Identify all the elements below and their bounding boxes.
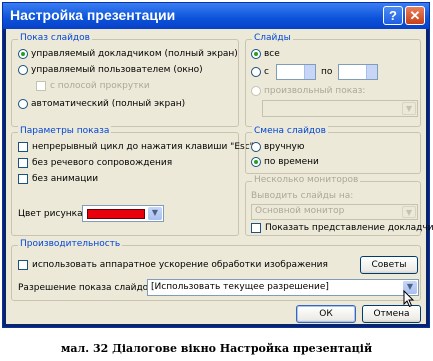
to-spin-buttons[interactable]	[366, 65, 377, 79]
radio-icon[interactable]	[251, 141, 261, 152]
no-animation-checkbox[interactable]: без анимации	[18, 173, 98, 186]
radio-all-slides[interactable]: все	[251, 48, 280, 61]
scrollbar-checkbox-label: с полосой прокрутки	[50, 81, 150, 91]
display-on-label: Выводить слайды на:	[251, 191, 354, 201]
checkbox-icon[interactable]	[18, 173, 28, 184]
performance-title: Производительность	[18, 239, 123, 249]
checkbox-icon[interactable]	[18, 141, 28, 152]
hw-accel-checkbox[interactable]: использовать аппаратное ускорение обрабо…	[18, 259, 328, 272]
radio-icon[interactable]	[18, 48, 28, 59]
radio-kiosk[interactable]: автоматический (полный экран)	[18, 98, 185, 111]
chevron-down-icon[interactable]: ▼	[148, 207, 162, 220]
from-spin-buttons[interactable]	[304, 65, 315, 79]
radio-presenter-label: управляемый докладчиком (полный экран)	[31, 49, 238, 59]
monitors-title: Несколько мониторов	[252, 175, 361, 185]
pen-color-picker[interactable]: ▼	[82, 205, 164, 222]
radio-window[interactable]: управляемый пользователем (окно)	[18, 64, 203, 77]
monitor-select-value: Основной монитор	[255, 206, 345, 216]
from-slide-input[interactable]	[276, 64, 316, 80]
radio-kiosk-label: автоматический (полный экран)	[31, 99, 186, 109]
radio-icon[interactable]	[251, 66, 261, 77]
performance-group: Производительность использовать аппаратн…	[11, 239, 421, 301]
presenter-view-label: Показать представление докладчика	[265, 223, 433, 233]
radio-timings-label: по времени	[264, 157, 319, 167]
loop-checkbox-label: непрерывный цикл до нажатия клавиши "Esc…	[32, 142, 254, 152]
advance-title: Смена слайдов	[252, 126, 328, 136]
resolution-label: Разрешение показа слайдов:	[18, 283, 157, 293]
presenter-view-checkbox[interactable]: Показать представление докладчика	[251, 222, 433, 235]
radio-window-label: управляемый пользователем (окно)	[31, 65, 203, 75]
to-label: по	[321, 67, 333, 77]
radio-timings[interactable]: по времени	[251, 156, 319, 169]
radio-custom-show[interactable]: произвольный показ:	[251, 85, 365, 98]
custom-show-label: произвольный показ:	[264, 86, 366, 96]
slides-group: Слайды все с по произвольный показ: ▼	[245, 33, 421, 127]
chevron-down-icon[interactable]: ▼	[402, 102, 416, 115]
monitor-select[interactable]: Основной монитор ▼	[251, 204, 418, 220]
radio-icon[interactable]	[18, 98, 28, 109]
title-bar: Настройка презентации ? ✕	[3, 3, 429, 29]
checkbox-icon[interactable]	[18, 157, 28, 168]
no-narration-checkbox[interactable]: без речевого сопровождения	[18, 157, 172, 170]
loop-checkbox[interactable]: непрерывный цикл до нажатия клавиши "Esc…	[18, 141, 254, 154]
ok-button[interactable]: ОК	[296, 305, 356, 323]
radio-icon[interactable]	[251, 48, 261, 59]
no-narration-label: без речевого сопровождения	[32, 158, 173, 168]
radio-icon[interactable]	[251, 85, 261, 96]
close-button[interactable]: ✕	[405, 6, 425, 25]
hw-accel-label: использовать аппаратное ускорение обрабо…	[32, 260, 328, 270]
figure-caption: мал. 32 Діалогове вікно Настройка презен…	[60, 342, 373, 355]
radio-icon[interactable]	[18, 64, 28, 75]
advance-group: Смена слайдов вручную по времени	[245, 126, 421, 174]
resolution-select-value: [Использовать текущее разрешение]	[151, 282, 329, 292]
pen-color-swatch	[87, 209, 145, 219]
no-animation-label: без анимации	[32, 174, 99, 184]
radio-all-label: все	[264, 49, 280, 59]
mouse-cursor-icon	[403, 290, 415, 308]
custom-show-select[interactable]: ▼	[262, 100, 418, 117]
window-title: Настройка презентации	[10, 7, 176, 23]
radio-presenter[interactable]: управляемый докладчиком (полный экран)	[18, 48, 238, 61]
slides-title: Слайды	[252, 33, 293, 43]
radio-manual[interactable]: вручную	[251, 141, 304, 154]
to-slide-input[interactable]	[338, 64, 378, 80]
checkbox-icon[interactable]	[251, 222, 261, 233]
show-options-group: Параметры показа непрерывный цикл до наж…	[11, 126, 254, 236]
dialog-client: Показ слайдов управляемый докладчиком (п…	[6, 29, 433, 324]
show-type-title: Показ слайдов	[18, 33, 92, 43]
show-options-title: Параметры показа	[18, 126, 112, 136]
checkbox-icon[interactable]	[36, 80, 46, 91]
resolution-select[interactable]: [Использовать текущее разрешение] ▼	[147, 279, 419, 296]
checkbox-icon[interactable]	[18, 259, 28, 270]
show-type-group: Показ слайдов управляемый докладчиком (п…	[11, 33, 239, 127]
radio-from-label: с	[264, 67, 269, 77]
help-button[interactable]: ?	[383, 6, 403, 25]
radio-from-slides[interactable]: с	[251, 66, 269, 79]
tips-button[interactable]: Советы	[360, 256, 418, 274]
dialog-window: Настройка презентации ? ✕ Показ слайдов …	[2, 2, 433, 328]
radio-icon[interactable]	[251, 156, 261, 167]
scrollbar-checkbox[interactable]: с полосой прокрутки	[36, 80, 150, 93]
chevron-down-icon[interactable]: ▼	[402, 206, 416, 218]
pen-color-label: Цвет рисунка:	[18, 209, 86, 219]
monitors-group: Несколько мониторов Выводить слайды на: …	[245, 175, 433, 236]
radio-manual-label: вручную	[264, 142, 305, 152]
